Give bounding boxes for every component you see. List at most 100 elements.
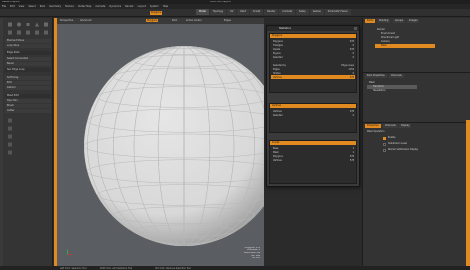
loop-tool-icon[interactable] — [34, 30, 40, 35]
subdivision-level-checkbox[interactable] — [383, 143, 386, 146]
bevel-tool-icon[interactable] — [7, 30, 13, 35]
viewport-edges-label[interactable]: Edges — [224, 19, 231, 22]
item-environment[interactable]: Environment — [381, 32, 395, 36]
item-render[interactable]: Render — [377, 28, 385, 32]
tab-groups[interactable]: Groups — [393, 19, 406, 23]
bridge-tool-icon[interactable] — [25, 30, 31, 35]
tab-properties[interactable]: Properties — [365, 124, 381, 128]
menu-select[interactable]: Select — [28, 5, 35, 8]
tab-animate[interactable]: Animate — [279, 9, 296, 15]
knife-tool-icon[interactable] — [43, 30, 49, 35]
tab-topology[interactable]: Topology — [209, 9, 227, 15]
polygon-smooth-icon[interactable] — [7, 134, 13, 139]
dlg-row-value: 578 — [349, 110, 354, 113]
polygon-extrude-icon[interactable] — [7, 126, 13, 131]
dlg-row-value: 1 — [352, 151, 354, 154]
dialog-title: Statistics — [279, 27, 291, 30]
tab-setup[interactable]: Setup — [296, 9, 309, 15]
menu-render[interactable]: Render — [125, 5, 134, 8]
toolbox-row-edit[interactable]: Edit — [5, 81, 51, 85]
menu-system[interactable]: System — [150, 5, 159, 8]
render-subdivision-checkbox[interactable] — [383, 149, 386, 152]
tab-sculpt[interactable]: Sculpt — [250, 9, 264, 15]
toolbox-row-deform[interactable]: Deform — [5, 86, 51, 90]
tab-uv[interactable]: UV — [227, 9, 237, 15]
status-bar: Left Click: Selection Tool Shift Click: … — [0, 266, 470, 270]
toolbox-row-mesh-edit[interactable]: Mesh Edit — [5, 94, 51, 98]
dlg-row-value: 576 — [349, 40, 354, 43]
3d-viewport[interactable]: Polygons: 576 Channels: 0 Deformers: ON … — [54, 18, 264, 266]
menu-texture[interactable]: Texture — [65, 5, 74, 8]
tab-paint[interactable]: Paint — [237, 9, 250, 15]
primitive-tool-icon[interactable] — [43, 22, 49, 27]
dialog-close-button[interactable] — [354, 27, 357, 30]
toolbox-row-soft-drag[interactable]: Soft Drag — [5, 76, 51, 80]
toolbox-row-select-connected[interactable]: Select Connected — [5, 57, 51, 61]
statistics-dialog[interactable]: Statistics Polygons Polygons 576 Triangl… — [266, 25, 360, 187]
tab-schematic-fusion[interactable]: Schematic Fusion — [324, 9, 351, 15]
toolbox-row-brush[interactable]: Brush — [5, 104, 51, 108]
toolbox-row-topo-pen[interactable]: Topo Pen — [5, 99, 51, 103]
toolbox-row-edge-slide[interactable]: Edge Slide — [5, 51, 51, 55]
toolbox-row-loop-slice[interactable]: Loop Slice — [5, 44, 51, 48]
polygon-subdivide-icon[interactable] — [7, 142, 13, 147]
info-grid: 20 mm — [252, 257, 260, 260]
rotate-tool-icon[interactable] — [16, 22, 22, 27]
item-camera[interactable]: Camera — [381, 40, 390, 44]
dialog-titlebar[interactable]: Statistics — [267, 26, 359, 31]
tab-items[interactable]: Items — [365, 19, 376, 23]
section-header-polygons[interactable]: Polygons — [270, 34, 356, 38]
menu-vertex-map[interactable]: Vertex Map — [78, 5, 92, 8]
menu-dynamics[interactable]: Dynamics — [109, 5, 121, 8]
menu-animate[interactable]: Animate — [95, 5, 105, 8]
viewport-mode-label[interactable]: Perspective — [60, 19, 73, 22]
viewport-item-label[interactable]: Item — [172, 19, 177, 22]
dlg-row-label: Selected — [273, 56, 283, 59]
menu-item[interactable]: Item — [40, 5, 45, 8]
tab-games[interactable]: Games — [309, 9, 324, 15]
extrude-tool-icon[interactable] — [16, 30, 22, 35]
toolbox-row-sel-edge-loop[interactable]: Sel. Edge Loop — [5, 68, 51, 72]
dlg-row-label: Base — [273, 147, 279, 150]
dlg-row-value: 0 — [352, 72, 354, 75]
menu-edit[interactable]: Edit — [10, 5, 15, 8]
dialog-section-sculpt: Sculpt Base 1 Mesh 1 Polygons 576 Vertic… — [269, 140, 357, 184]
viewport-action-center-label[interactable]: Action Center — [186, 19, 202, 22]
item-mesh[interactable]: Mesh — [381, 44, 387, 48]
menu-geometry[interactable]: Geometry — [49, 5, 61, 8]
tab-display[interactable]: Display — [399, 124, 412, 128]
enable-checkbox[interactable] — [383, 137, 386, 140]
polygons-mode-button[interactable]: Polygons — [150, 11, 163, 15]
toolbox-row-cutter[interactable]: Cutter — [5, 109, 51, 113]
move-tool-icon[interactable] — [7, 22, 13, 27]
polygon-merge-icon[interactable] — [7, 150, 13, 155]
dlg-row-value: 1 — [352, 147, 354, 150]
viewport-shading-label[interactable]: Advanced — [80, 19, 91, 22]
dlg-row-label: Vertices — [273, 159, 282, 162]
channel-transform[interactable]: Transform — [373, 85, 384, 89]
tab-shading[interactable]: Shading — [377, 19, 391, 23]
sphere-mesh[interactable] — [54, 18, 264, 266]
toolbox-row-element-move[interactable]: Element Move — [5, 39, 51, 43]
scale-tool-icon[interactable] — [25, 22, 31, 27]
channel-mesh[interactable]: Mesh — [369, 81, 375, 85]
selected-row-highlight — [271, 75, 355, 79]
toolbox-row-bevel[interactable]: Bevel — [5, 62, 51, 66]
tab-model[interactable]: Model — [196, 9, 209, 15]
viewport-polygons-label[interactable]: Polygons — [146, 19, 159, 22]
tab-channels[interactable]: Channels — [389, 74, 404, 78]
menu-help[interactable]: Help — [163, 5, 168, 8]
menu-layout[interactable]: Layout — [138, 5, 146, 8]
tab-item-properties[interactable]: Item Properties — [365, 74, 387, 78]
polygon-bevel-icon[interactable] — [7, 118, 13, 123]
tab-images[interactable]: Images — [407, 19, 420, 23]
menu-file[interactable]: File — [2, 5, 6, 8]
transform-tool-icon[interactable] — [34, 22, 40, 27]
section-header-vertices[interactable]: Vertices — [270, 104, 356, 108]
menu-view[interactable]: View — [19, 5, 25, 8]
channel-tessellation[interactable]: Tessellation — [373, 89, 386, 93]
tab-render[interactable]: Render — [264, 9, 279, 15]
tab-channels-props[interactable]: Channels — [383, 124, 398, 128]
item-directional-light[interactable]: Directional Light — [381, 36, 399, 40]
section-header-sculpt[interactable]: Sculpt — [270, 141, 356, 145]
